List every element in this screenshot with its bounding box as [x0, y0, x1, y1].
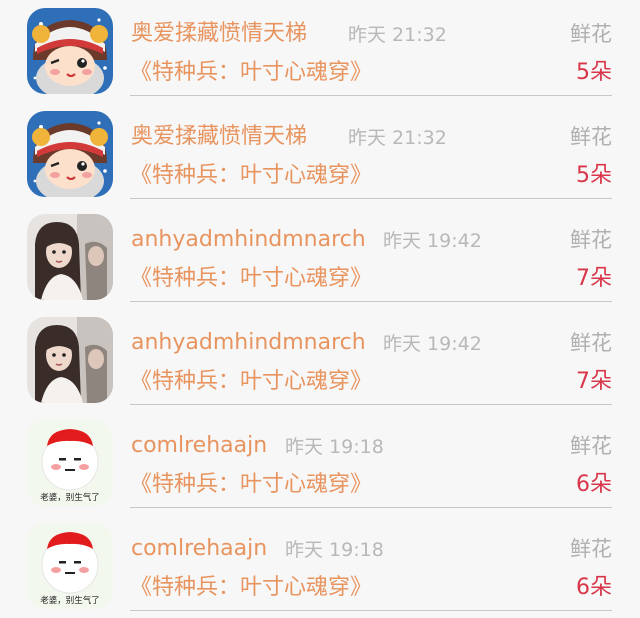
gift-type-label: 鲜花	[570, 331, 612, 355]
avatar[interactable]	[27, 111, 113, 197]
flower-count: 7朵	[576, 266, 612, 291]
timestamp: 昨天 21:32	[348, 24, 447, 46]
user-name[interactable]: 奥爱揉藏愤情天梯	[131, 122, 307, 152]
list-item[interactable]: anhyadmhindmnarch 昨天 19:42 鲜花 《特种兵：叶寸心魂穿…	[0, 206, 640, 309]
gift-type-label: 鲜花	[570, 228, 612, 252]
divider	[130, 610, 612, 611]
divider	[130, 301, 612, 302]
book-title[interactable]: 《特种兵：叶寸心魂穿》	[130, 161, 372, 191]
meme-sticker-avatar-icon: 老婆，别生气了	[27, 523, 113, 609]
divider	[130, 404, 612, 405]
user-name[interactable]: anhyadmhindmnarch	[131, 328, 366, 358]
list-item[interactable]: 老婆，别生气了 comlrehaajn 昨天 19:18 鲜花 《特种兵：叶寸心…	[0, 412, 640, 515]
avatar[interactable]: 老婆，别生气了	[27, 420, 113, 506]
meme-sticker-avatar-icon: 老婆，别生气了	[27, 420, 113, 506]
photo-girl-avatar-icon	[27, 214, 113, 300]
flower-count: 5朵	[576, 60, 612, 85]
gift-type-label: 鲜花	[570, 22, 612, 46]
flower-count: 6朵	[576, 575, 612, 600]
list-item[interactable]: 老婆，别生气了 comlrehaajn 昨天 19:18 鲜花 《特种兵：叶寸心…	[0, 515, 640, 618]
avatar-caption: 老婆，别生气了	[40, 492, 100, 503]
divider	[130, 198, 612, 199]
book-title[interactable]: 《特种兵：叶寸心魂穿》	[130, 58, 372, 88]
book-title[interactable]: 《特种兵：叶寸心魂穿》	[130, 264, 372, 294]
book-title[interactable]: 《特种兵：叶寸心魂穿》	[130, 470, 372, 500]
avatar[interactable]	[27, 214, 113, 300]
list-item[interactable]: 奥爱揉藏愤情天梯 昨天 21:32 鲜花 《特种兵：叶寸心魂穿》 5朵	[0, 103, 640, 206]
flower-count: 7朵	[576, 369, 612, 394]
list-item[interactable]: anhyadmhindmnarch 昨天 19:42 鲜花 《特种兵：叶寸心魂穿…	[0, 309, 640, 412]
timestamp: 昨天 19:42	[383, 333, 482, 355]
cartoon-girl-avatar-icon	[27, 111, 113, 197]
cartoon-girl-avatar-icon	[27, 8, 113, 94]
timestamp: 昨天 19:18	[285, 436, 384, 458]
gift-type-label: 鲜花	[570, 125, 612, 149]
timestamp: 昨天 21:32	[348, 127, 447, 149]
timestamp: 昨天 19:42	[383, 230, 482, 252]
list-item[interactable]: 奥爱揉藏愤情天梯 昨天 21:32 鲜花 《特种兵：叶寸心魂穿》 5朵	[0, 0, 640, 103]
user-name[interactable]: comlrehaajn	[131, 431, 267, 461]
book-title[interactable]: 《特种兵：叶寸心魂穿》	[130, 573, 372, 603]
flower-gift-list: 奥爱揉藏愤情天梯 昨天 21:32 鲜花 《特种兵：叶寸心魂穿》 5朵 奥爱揉藏…	[0, 0, 640, 613]
gift-type-label: 鲜花	[570, 434, 612, 458]
flower-count: 6朵	[576, 472, 612, 497]
avatar[interactable]: 老婆，别生气了	[27, 523, 113, 609]
divider	[130, 507, 612, 508]
flower-count: 5朵	[576, 163, 612, 188]
user-name[interactable]: anhyadmhindmnarch	[131, 225, 366, 255]
photo-girl-avatar-icon	[27, 317, 113, 403]
user-name[interactable]: comlrehaajn	[131, 534, 267, 564]
book-title[interactable]: 《特种兵：叶寸心魂穿》	[130, 367, 372, 397]
avatar-caption: 老婆，别生气了	[40, 595, 100, 606]
avatar[interactable]	[27, 317, 113, 403]
avatar[interactable]	[27, 8, 113, 94]
gift-type-label: 鲜花	[570, 537, 612, 561]
user-name[interactable]: 奥爱揉藏愤情天梯	[131, 19, 307, 49]
divider	[130, 95, 612, 96]
timestamp: 昨天 19:18	[285, 539, 384, 561]
